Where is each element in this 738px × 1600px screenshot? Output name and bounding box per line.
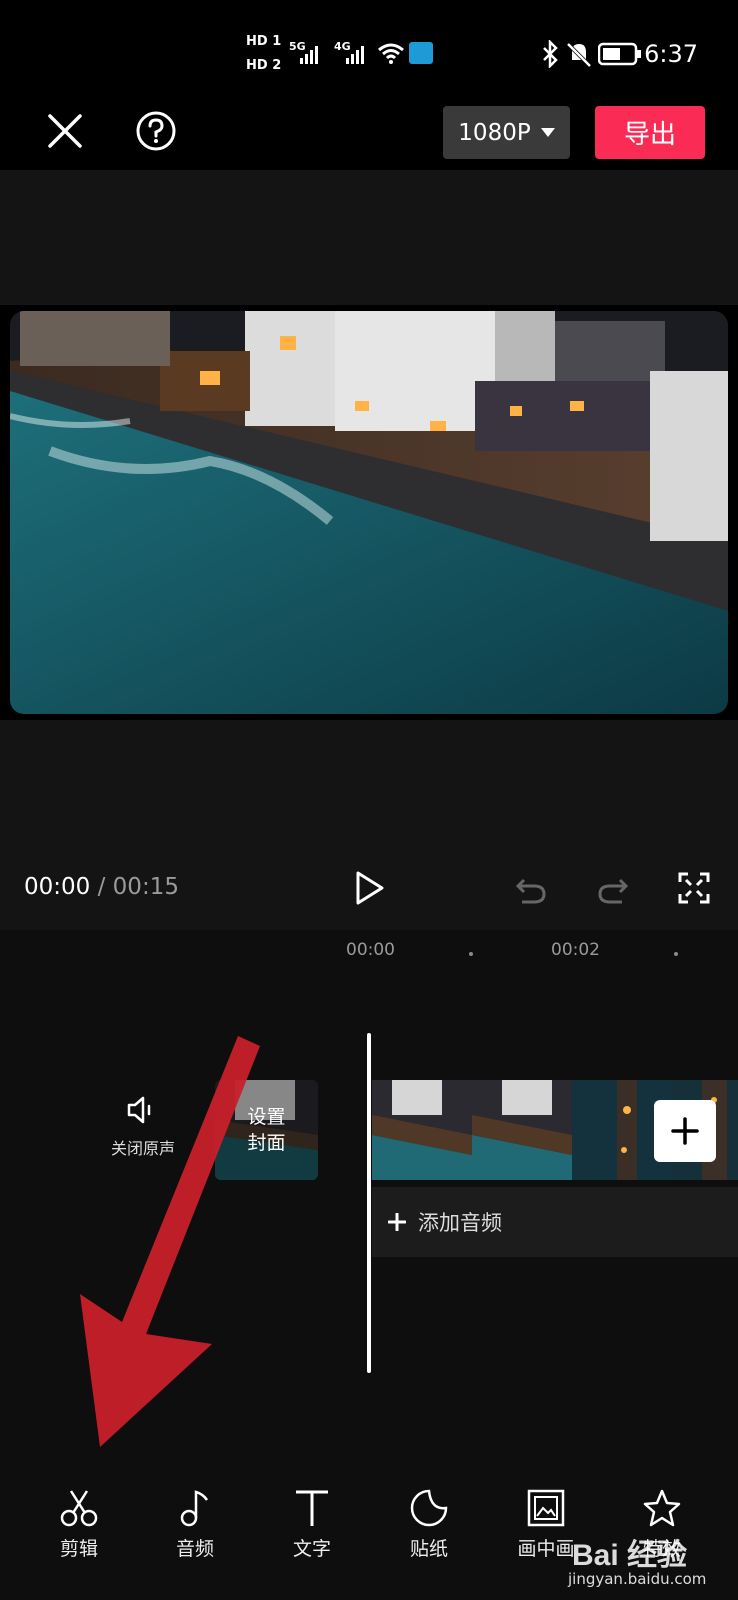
add-clip-button[interactable] — [654, 1100, 716, 1162]
watermark-url: jingyan.baidu.com — [568, 1570, 707, 1588]
help-icon — [136, 111, 176, 151]
current-time: 00:00 — [24, 874, 91, 900]
tool-label: 贴纸 — [409, 1538, 448, 1560]
playhead[interactable] — [367, 1033, 371, 1373]
plus-icon — [671, 1117, 699, 1145]
ruler-dot — [674, 952, 678, 956]
baidu-watermark: Bai 经验 jingyan.baidu.com — [562, 1510, 738, 1600]
signal-4g-icon — [346, 44, 364, 64]
text-icon — [296, 1490, 328, 1526]
status-bar: HD 1 HD 2 5G 4G 6:37 — [0, 0, 738, 100]
total-time: 00:15 — [112, 874, 179, 900]
cover-label: 设置 封面 — [215, 1080, 318, 1180]
clip-frame — [372, 1080, 472, 1180]
ruler-tick: 00:02 — [551, 940, 600, 960]
wifi-icon — [378, 43, 404, 64]
mute-original-audio-button[interactable]: 关闭原声 — [106, 1095, 180, 1159]
set-cover-button[interactable]: 设置 封面 — [215, 1080, 318, 1180]
close-button[interactable] — [42, 108, 88, 154]
watermark-logo: Bai 经验 — [572, 1539, 688, 1572]
tool-edit[interactable]: 剪辑 — [29, 1488, 129, 1561]
mute-label: 关闭原声 — [110, 1139, 175, 1158]
chevron-down-icon — [540, 127, 555, 137]
plus-icon — [388, 1213, 406, 1231]
sim2-indicator: HD 2 — [246, 58, 282, 73]
video-preview[interactable] — [0, 305, 738, 720]
resolution-value: 1080P — [458, 119, 531, 146]
tool-label: 文字 — [292, 1538, 331, 1560]
status-time: 6:37 — [644, 40, 698, 68]
sim1-indicator: HD 1 — [246, 34, 282, 49]
close-icon — [48, 114, 82, 148]
video-frame-image — [10, 311, 728, 714]
undo-icon[interactable] — [514, 872, 548, 906]
add-audio-button[interactable]: 添加音频 — [372, 1187, 738, 1257]
bluetooth-icon — [543, 40, 558, 68]
time-display: 00:00 / 00:15 — [24, 874, 179, 900]
clip-frame — [472, 1080, 572, 1180]
scissors-icon — [60, 1490, 98, 1527]
tool-text[interactable]: 文字 — [262, 1488, 362, 1561]
ruler-dot — [469, 952, 473, 956]
play-icon[interactable] — [354, 870, 386, 906]
export-button[interactable]: 导出 — [595, 106, 705, 159]
browser-app-icon — [409, 42, 433, 64]
help-button[interactable] — [133, 108, 179, 154]
tool-sticker[interactable]: 贴纸 — [379, 1488, 479, 1561]
tool-audio[interactable]: 音频 — [145, 1488, 245, 1561]
tool-label: 音频 — [175, 1538, 214, 1560]
tool-label: 剪辑 — [59, 1538, 98, 1560]
redo-icon[interactable] — [596, 872, 630, 906]
picture-in-picture-icon — [527, 1489, 565, 1527]
sticker-icon — [410, 1489, 448, 1527]
ruler-tick: 00:00 — [346, 940, 395, 960]
fullscreen-icon[interactable] — [678, 872, 710, 904]
speaker-icon — [127, 1096, 151, 1124]
resolution-dropdown[interactable]: 1080P — [443, 106, 570, 159]
music-note-icon — [180, 1490, 209, 1527]
cover-label-line1: 设置 — [247, 1106, 286, 1128]
cover-label-line2: 封面 — [247, 1132, 286, 1154]
mute-bell-icon — [566, 42, 592, 68]
time-separator: / — [90, 874, 113, 900]
timeline-panel: 00:00 00:02 关闭原声 设置封面 添加音频 — [0, 930, 738, 1470]
player-controls: 00:00 / 00:15 — [0, 850, 738, 930]
add-audio-label: 添加音频 — [418, 1211, 502, 1235]
battery-icon — [598, 42, 641, 66]
signal-5g-icon — [300, 44, 318, 64]
